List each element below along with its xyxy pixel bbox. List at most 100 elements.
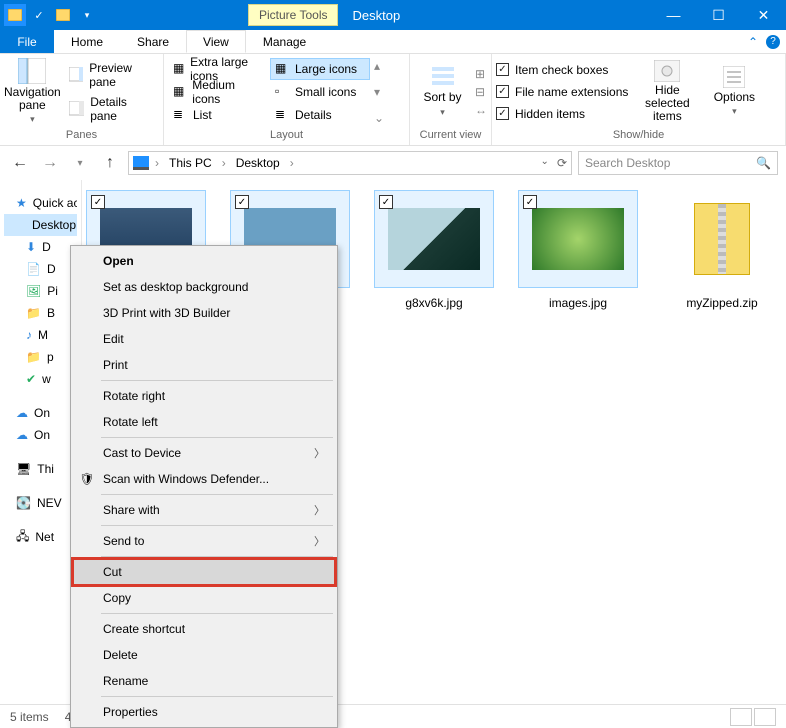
add-columns-icon[interactable]: ⊟ [475,85,487,99]
nav-item[interactable]: ♪M [4,324,77,346]
menu-edit[interactable]: Edit [73,326,335,352]
details-pane-label: Details pane [90,95,155,123]
collapse-ribbon-icon[interactable]: ⌃ [748,35,758,49]
details-view-button[interactable] [730,708,752,726]
menu-properties[interactable]: Properties [73,699,335,725]
file-item[interactable]: g8xv6k.jpg [374,190,494,312]
hidden-items-toggle[interactable]: Hidden items [496,104,628,124]
details-pane-button[interactable]: Details pane [65,93,159,125]
breadcrumb-root[interactable]: This PC [165,156,216,170]
tab-share[interactable]: Share [120,30,186,53]
menu-separator [101,556,333,557]
thumbnails-view-button[interactable] [754,708,776,726]
tab-view[interactable]: View [186,30,246,53]
tab-manage[interactable]: Manage [246,30,323,53]
layout-scroll-down-icon[interactable]: ▾ [374,85,384,99]
item-checkboxes-toggle[interactable]: Item check boxes [496,60,628,80]
menu-print[interactable]: Print [73,352,335,378]
menu-set-background[interactable]: Set as desktop background [73,274,335,300]
nav-this-pc[interactable]: 🖥Thi [4,458,77,480]
nav-item[interactable]: ⬇D [4,236,77,258]
nav-item[interactable]: ✔w [4,368,77,390]
checkbox-icon[interactable] [235,195,249,209]
nav-item[interactable]: 🖼Pi [4,280,77,302]
chevron-right-icon[interactable]: › [288,156,296,170]
checkbox-icon[interactable] [379,195,393,209]
tab-file[interactable]: File [0,30,54,53]
breadcrumb-location[interactable]: Desktop [232,156,284,170]
sort-by-button[interactable]: Sort by ▾ [414,65,471,117]
context-menu: Open Set as desktop background 3D Print … [70,245,338,728]
nav-network[interactable]: 🖧Net [4,526,77,548]
folder-icon[interactable] [52,4,74,26]
layout-list[interactable]: ≣List [168,104,268,126]
document-icon: 📄 [26,262,41,276]
nav-onedrive[interactable]: ☁On [4,424,77,446]
menu-rotate-right[interactable]: Rotate right [73,383,335,409]
menu-cast[interactable]: Cast to Device〉 [73,440,335,466]
group-current-view-title: Current view [414,127,487,143]
menu-open[interactable]: Open [73,248,335,274]
menu-delete[interactable]: Delete [73,642,335,668]
sort-by-label: Sort by [423,91,461,104]
menu-3d-print[interactable]: 3D Print with 3D Builder [73,300,335,326]
file-item[interactable]: myZipped.zip [662,190,782,312]
breadcrumb[interactable]: › This PC › Desktop › ⌄ ⟳ [128,151,572,175]
nav-item[interactable]: 📁B [4,302,77,324]
minimize-button[interactable]: — [651,0,696,30]
menu-send-to[interactable]: Send to〉 [73,528,335,554]
menu-rename[interactable]: Rename [73,668,335,694]
layout-small[interactable]: ▫Small icons [270,81,370,103]
help-icon[interactable]: ? [766,35,780,49]
close-button[interactable]: ✕ [741,0,786,30]
checkbox-icon[interactable] [523,195,537,209]
nav-drive[interactable]: 💽NEV [4,492,77,514]
layout-medium[interactable]: ▦Medium icons [168,81,268,103]
navigation-pane-button[interactable]: Navigation pane ▾ [4,58,61,125]
up-button[interactable]: ↑ [98,151,122,175]
nav-onedrive[interactable]: ☁On [4,402,77,424]
maximize-button[interactable]: ☐ [696,0,741,30]
menu-cut[interactable]: Cut [73,559,335,585]
chevron-right-icon: 〉 [314,533,325,549]
checkbox-icon[interactable] [91,195,105,209]
file-name: g8xv6k.jpg [374,294,494,312]
preview-pane-button[interactable]: Preview pane [65,59,159,91]
layout-details[interactable]: ≣Details [270,104,370,126]
layout-expand-icon[interactable]: ⌄ [374,111,384,125]
nav-quick-access[interactable]: ★Quick access [4,192,77,214]
tab-home[interactable]: Home [54,30,120,53]
download-icon: ⬇ [26,240,36,254]
chevron-right-icon[interactable]: › [220,156,228,170]
search-input[interactable]: Search Desktop 🔍 [578,151,778,175]
layout-scroll-up-icon[interactable]: ▴ [374,59,384,73]
menu-create-shortcut[interactable]: Create shortcut [73,616,335,642]
recent-locations-button[interactable]: ▾ [68,151,92,175]
menu-copy[interactable]: Copy [73,585,335,611]
menu-defender[interactable]: 🛡Scan with Windows Defender... [73,466,335,492]
layout-extra-large[interactable]: ▦Extra large icons [168,58,268,80]
group-by-icon[interactable]: ⊞ [475,67,487,81]
forward-button[interactable]: → [38,151,62,175]
nav-item[interactable]: 📁p [4,346,77,368]
menu-share-with[interactable]: Share with〉 [73,497,335,523]
size-columns-icon[interactable]: ↔ [475,103,487,117]
chevron-right-icon[interactable]: › [153,156,161,170]
checkmark-icon[interactable]: ✓ [28,4,50,26]
picture-tools-tab[interactable]: Picture Tools [248,4,338,26]
address-dropdown-icon[interactable]: ⌄ [541,156,549,170]
qat-dropdown-icon[interactable]: ▾ [76,4,98,26]
chevron-down-icon: ▾ [30,114,35,125]
layout-large[interactable]: ▦Large icons [270,58,370,80]
refresh-icon[interactable]: ⟳ [557,156,567,170]
nav-desktop[interactable]: Desktop📌 [4,214,77,236]
file-extensions-toggle[interactable]: File name extensions [496,82,628,102]
file-item[interactable]: images.jpg [518,190,638,312]
menu-separator [101,696,333,697]
back-button[interactable]: ← [8,151,32,175]
options-button[interactable]: Options ▾ [706,66,762,117]
menu-rotate-left[interactable]: Rotate left [73,409,335,435]
cloud-icon: ☁ [16,406,28,420]
hide-selected-button[interactable]: Hide selected items [632,60,702,124]
nav-item[interactable]: 📄D [4,258,77,280]
